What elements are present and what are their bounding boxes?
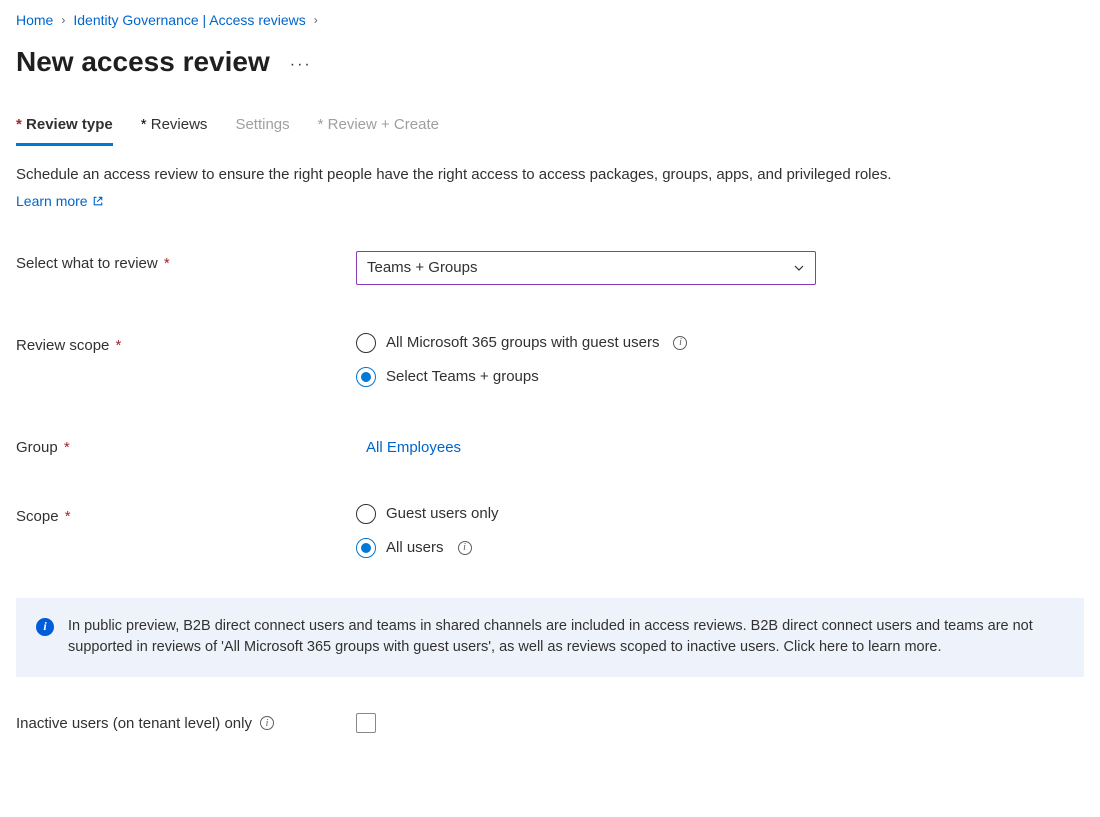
tab-review-type[interactable]: Review type — [16, 116, 113, 146]
radio-icon — [356, 333, 376, 353]
tab-label: Reviews — [151, 116, 208, 133]
label-inactive-users: Inactive users (on tenant level) only i — [16, 715, 356, 732]
chevron-right-icon: › — [61, 13, 65, 27]
row-select-what: Select what to review * Teams + Groups — [16, 251, 1084, 285]
label-select-what: Select what to review * — [16, 251, 356, 272]
required-star: * — [111, 337, 121, 354]
radio-icon — [356, 504, 376, 524]
required-star: * — [61, 508, 71, 525]
chevron-right-icon: › — [314, 13, 318, 27]
wizard-tabs: Review type Reviews Settings Review + Cr… — [16, 116, 1084, 146]
breadcrumb-governance[interactable]: Identity Governance | Access reviews — [73, 12, 305, 28]
radio-label: Guest users only — [386, 505, 499, 522]
chevron-down-icon — [793, 262, 805, 274]
radio-all-users[interactable]: All users i — [356, 538, 1084, 558]
select-value: Teams + Groups — [367, 259, 477, 276]
info-icon[interactable]: i — [673, 336, 687, 350]
breadcrumb: Home › Identity Governance | Access revi… — [16, 12, 1084, 28]
review-scope-radio-group: All Microsoft 365 groups with guest user… — [356, 333, 1084, 387]
tab-label: Review type — [26, 116, 113, 133]
row-inactive-users: Inactive users (on tenant level) only i — [16, 713, 1084, 733]
tab-review-create: Review + Create — [318, 116, 439, 146]
label-review-scope: Review scope * — [16, 333, 356, 354]
learn-more-link[interactable]: Learn more — [16, 193, 104, 209]
tab-settings: Settings — [235, 116, 289, 146]
radio-label: Select Teams + groups — [386, 368, 539, 385]
label-scope: Scope * — [16, 504, 356, 525]
label-group: Group * — [16, 435, 356, 456]
inactive-users-checkbox[interactable] — [356, 713, 376, 733]
info-banner-text: In public preview, B2B direct connect us… — [68, 616, 1064, 660]
info-icon: i — [36, 618, 54, 636]
breadcrumb-home[interactable]: Home — [16, 12, 53, 28]
scope-radio-group: Guest users only All users i — [356, 504, 1084, 558]
radio-all-m365-guests[interactable]: All Microsoft 365 groups with guest user… — [356, 333, 1084, 353]
external-link-icon — [92, 195, 104, 207]
tab-reviews[interactable]: Reviews — [141, 116, 208, 146]
radio-label: All Microsoft 365 groups with guest user… — [386, 334, 659, 351]
group-value-link[interactable]: All Employees — [356, 435, 461, 456]
info-icon[interactable]: i — [458, 541, 472, 555]
info-icon[interactable]: i — [260, 716, 274, 730]
info-banner[interactable]: i In public preview, B2B direct connect … — [16, 598, 1084, 678]
required-star: * — [160, 255, 170, 272]
page-title-row: New access review ··· — [16, 46, 1084, 78]
learn-more-label: Learn more — [16, 193, 88, 209]
page-title: New access review — [16, 46, 270, 78]
radio-icon — [356, 367, 376, 387]
radio-select-teams-groups[interactable]: Select Teams + groups — [356, 367, 1084, 387]
select-what-to-review[interactable]: Teams + Groups — [356, 251, 816, 285]
row-scope: Scope * Guest users only All users i — [16, 504, 1084, 558]
tab-label: Review + Create — [328, 116, 439, 133]
radio-label: All users — [386, 539, 444, 556]
row-review-scope: Review scope * All Microsoft 365 groups … — [16, 333, 1084, 387]
radio-guest-users-only[interactable]: Guest users only — [356, 504, 1084, 524]
radio-icon — [356, 538, 376, 558]
tab-label: Settings — [235, 116, 289, 133]
row-group: Group * All Employees — [16, 435, 1084, 456]
intro-text: Schedule an access review to ensure the … — [16, 164, 1056, 187]
required-star: * — [60, 439, 70, 456]
more-actions-button[interactable]: ··· — [290, 50, 312, 74]
